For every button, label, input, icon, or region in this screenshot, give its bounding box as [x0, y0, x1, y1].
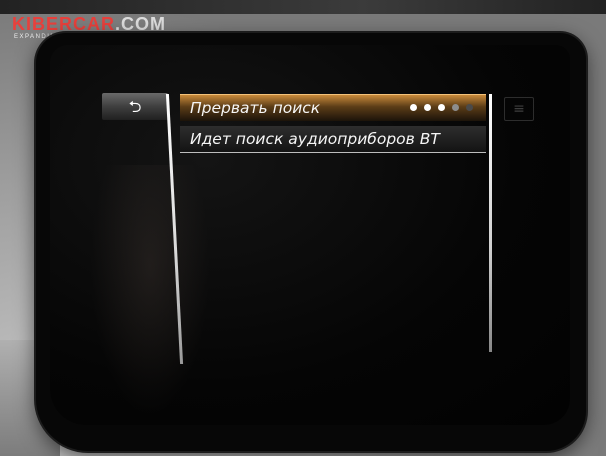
- list-item-label: Прервать поиск: [190, 99, 321, 117]
- list-item-searching-bt: Идет поиск аудиоприборов BT: [180, 126, 486, 153]
- watermark-brand-name: KIBERCAR: [12, 14, 116, 34]
- progress-dot: [424, 104, 431, 111]
- list-item-cancel-search[interactable]: Прервать поиск: [180, 94, 486, 121]
- top-dark-strip: [0, 0, 606, 14]
- watermark-brand: KIBERCAR.COM: [12, 14, 166, 35]
- watermark-domain: .COM: [115, 14, 167, 34]
- progress-dot: [438, 104, 445, 111]
- screen-reflection: [90, 165, 210, 415]
- right-divider: [489, 94, 492, 352]
- progress-dot: [466, 104, 473, 111]
- list-item-label: Идет поиск аудиоприборов BT: [190, 130, 440, 148]
- back-button[interactable]: ⮌: [102, 93, 168, 120]
- settings-icon-glyph: ≡: [513, 101, 525, 117]
- progress-dots: [410, 104, 480, 112]
- progress-dot: [410, 104, 417, 111]
- progress-dot: [452, 104, 459, 111]
- settings-icon[interactable]: ≡: [504, 97, 534, 121]
- back-arrow-icon: ⮌: [128, 97, 142, 116]
